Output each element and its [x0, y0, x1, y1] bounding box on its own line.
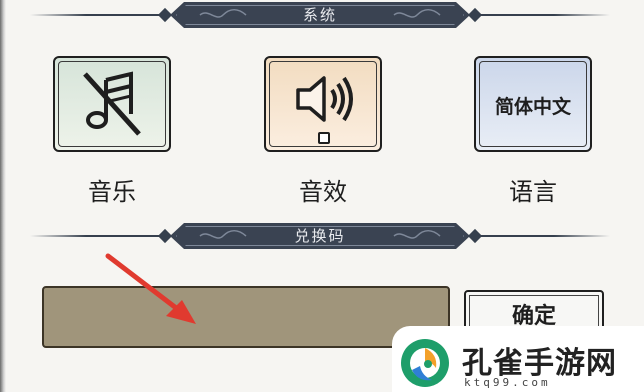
sound-effect-label: 音效 [299, 178, 347, 206]
system-section-title: 系统 [302, 6, 337, 24]
header-rule-left [30, 235, 170, 237]
sound-state-indicator [318, 132, 330, 144]
header-rule-right [470, 235, 610, 237]
redeem-section-header: 兑换码 [30, 223, 610, 249]
sound-effect-toggle-button[interactable] [264, 56, 382, 152]
language-select-button[interactable]: 简体中文 [474, 56, 592, 152]
site-watermark: 孔雀手游网 ktq99.com [392, 326, 644, 392]
header-plate: 兑换码 [170, 223, 470, 249]
header-rule-right [470, 14, 610, 16]
panel-left-edge [0, 0, 6, 392]
system-section-header: 系统 [30, 2, 610, 28]
header-plate: 系统 [170, 2, 470, 28]
language-label: 语言 [509, 178, 557, 206]
speaker-icon [296, 76, 353, 122]
header-rule-left [30, 14, 170, 16]
redeem-section-title: 兑换码 [294, 227, 346, 245]
header-diamond-left [157, 228, 173, 244]
music-toggle-button[interactable] [53, 56, 171, 152]
header-diamond-left [157, 7, 173, 23]
music-muted-icon [83, 71, 141, 136]
watermark-url: ktq99.com [464, 376, 551, 389]
music-label: 音乐 [88, 178, 136, 206]
language-value: 简体中文 [494, 96, 571, 118]
arrow-pointer-icon [105, 253, 196, 324]
peacock-logo-icon [401, 339, 449, 387]
